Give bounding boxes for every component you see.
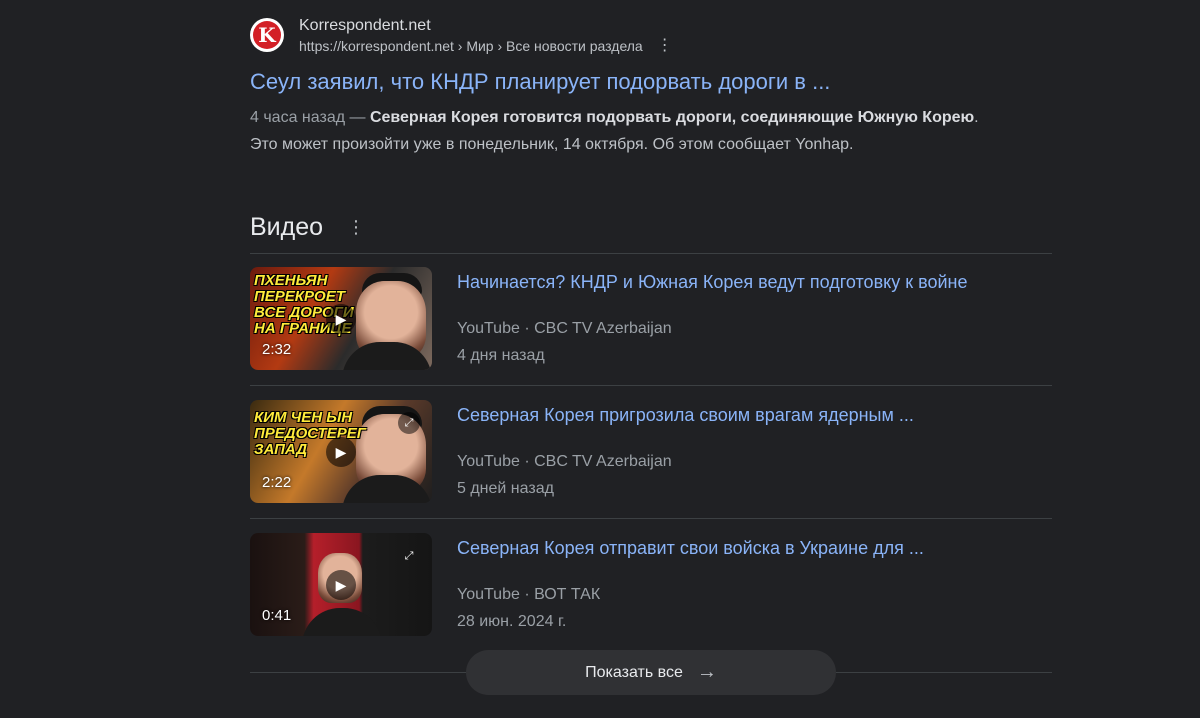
korrespondent-logo-icon: K [253, 21, 281, 49]
fullscreen-icon[interactable]: ⤢ [398, 412, 420, 434]
video-duration: 0:41 [262, 607, 292, 624]
video-date: 4 дня назад [457, 347, 545, 364]
kebab-menu-icon[interactable]: ⋮ [657, 38, 673, 54]
video-title-link[interactable]: Северная Корея пригрозила своим врагам я… [457, 403, 914, 427]
snippet-bold: Северная Корея готовится подорвать дорог… [369, 109, 975, 126]
play-icon[interactable]: ▶ [326, 437, 356, 467]
play-icon[interactable]: ▶ [326, 304, 356, 334]
play-icon[interactable]: ▶ [326, 570, 356, 600]
video-date: 28 июн. 2024 г. [457, 613, 567, 630]
show-all-label: Показать все [585, 663, 683, 681]
video-item[interactable]: Пхеньян перекроет все дороги на границе … [250, 267, 1052, 371]
thumbnail-caption: Пхеньян перекроет все дороги на границе [254, 272, 354, 337]
snippet-date: 4 часа назад — [250, 109, 366, 126]
video-thumbnail[interactable]: Ким Чен Ын предостерег запад ⤢ ▶ 2:22 [250, 400, 432, 503]
video-duration: 2:22 [262, 474, 292, 491]
site-name[interactable]: Korrespondent.net [299, 15, 673, 37]
show-all-button[interactable]: Показать все → [466, 650, 836, 695]
result-title-link[interactable]: Сеул заявил, что КНДР планирует подорват… [250, 68, 1010, 96]
fullscreen-icon[interactable]: ⤢ [398, 545, 420, 567]
site-meta: Korrespondent.net https://korrespondent.… [299, 15, 673, 55]
arrow-right-icon: → [696, 661, 717, 683]
site-url-row: https://korrespondent.net › Мир › Все но… [299, 37, 673, 55]
site-info: K Korrespondent.net https://korresponden… [250, 12, 1010, 58]
video-thumbnail[interactable]: ⤢ ▶ 0:41 [250, 533, 432, 636]
video-source: YouTube · CBC TV Azerbaijan [457, 320, 672, 337]
video-source: YouTube · ВОТ ТАК [457, 586, 601, 603]
videos-section-title: Видео [250, 213, 324, 241]
site-favicon[interactable]: K [250, 18, 284, 52]
thumbnail-caption: Ким Чен Ын предостерег запад [254, 409, 366, 458]
video-item[interactable]: ⤢ ▶ 0:41 Северная Корея отправит свои во… [250, 533, 1052, 637]
video-item[interactable]: Ким Чен Ын предостерег запад ⤢ ▶ 2:22 Се… [250, 400, 1052, 504]
video-date: 5 дней назад [457, 480, 554, 497]
divider [250, 518, 1052, 519]
kebab-menu-icon[interactable]: ⋮ [347, 217, 365, 238]
divider [250, 253, 1052, 254]
video-source: YouTube · CBC TV Azerbaijan [457, 453, 672, 470]
videos-header: Видео ⋮ [250, 210, 365, 244]
video-thumbnail[interactable]: Пхеньян перекроет все дороги на границе … [250, 267, 432, 370]
video-title-link[interactable]: Северная Корея отправит свои войска в Ук… [457, 536, 924, 560]
web-result: K Korrespondent.net https://korresponden… [250, 12, 1010, 158]
result-snippet: 4 часа назад — Северная Корея готовится … [250, 104, 990, 158]
site-url[interactable]: https://korrespondent.net › Мир › Все но… [299, 37, 643, 55]
divider [250, 385, 1052, 386]
video-title-link[interactable]: Начинается? КНДР и Южная Корея ведут под… [457, 270, 967, 294]
video-duration: 2:32 [262, 341, 292, 358]
